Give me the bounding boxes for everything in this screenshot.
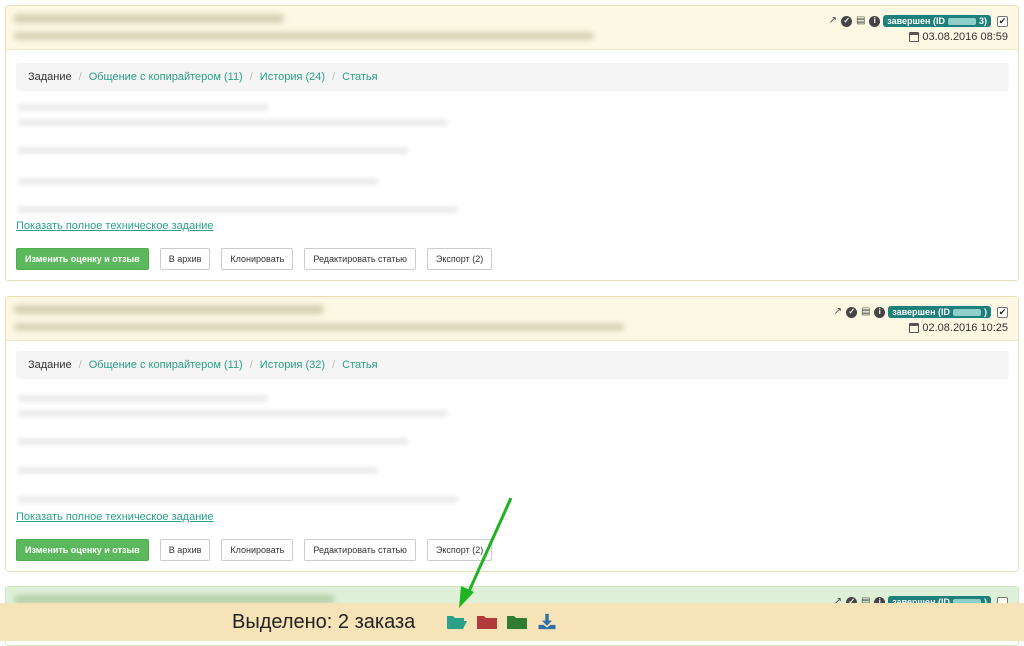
order-subtitle-blurred	[14, 32, 594, 40]
status-badge: завершен (ID)	[888, 306, 991, 318]
select-checkbox[interactable]: ✔	[997, 306, 1008, 318]
check-circle-icon[interactable]: ✓	[846, 306, 858, 318]
tab-chat[interactable]: Общение с копирайтером (11)	[89, 71, 243, 83]
image-icon[interactable]: ▤	[855, 16, 866, 27]
order-meta: ↗ ✓ ▤ i завершен (ID 3) ✔ 03.08.2016 08:5…	[827, 15, 1008, 43]
show-full-task-link[interactable]: Показать полное техническое задание	[16, 220, 214, 232]
selected-count-text: Выделено: 2 заказа	[232, 611, 416, 633]
select-checkbox[interactable]: ✔	[997, 15, 1008, 27]
status-badge: завершен (ID 3)	[883, 15, 991, 27]
check-circle-icon[interactable]: ✓	[841, 15, 853, 27]
external-link-icon[interactable]: ↗	[832, 307, 843, 318]
folder-red-icon[interactable]	[476, 613, 498, 630]
image-icon[interactable]: ▤	[860, 307, 871, 318]
order-meta: ↗ ✓ ▤ i завершен (ID) ✔ 02.08.2016 10:25	[832, 306, 1008, 334]
task-text-blurred	[18, 104, 268, 111]
calendar-icon	[909, 323, 920, 333]
export-button[interactable]: Экспорт (2)	[426, 248, 493, 270]
archive-button[interactable]: В архив	[159, 539, 211, 561]
info-icon[interactable]: i	[874, 306, 886, 318]
selection-actions	[446, 613, 558, 630]
external-link-icon[interactable]: ↗	[827, 16, 838, 27]
order-title-blurred	[14, 305, 324, 314]
edit-article-button[interactable]: Редактировать статью	[304, 248, 416, 270]
order-actions: Изменить оценку и отзыв В архив Клониров…	[16, 248, 493, 270]
order-date: 03.08.2016 08:59	[922, 31, 1008, 43]
folder-open-icon[interactable]	[446, 613, 468, 630]
calendar-icon	[909, 32, 920, 42]
clone-button[interactable]: Клонировать	[221, 248, 294, 270]
task-text-blurred	[18, 395, 268, 402]
info-icon[interactable]: i	[869, 15, 881, 27]
order-date: 02.08.2016 10:25	[922, 322, 1008, 334]
order-card-2: ↗ ✓ ▤ i завершен (ID) ✔ 02.08.2016 10:25…	[5, 296, 1019, 572]
order-header: ↗ ✓ ▤ i завершен (ID) ✔ 02.08.2016 10:25	[6, 297, 1018, 341]
export-button[interactable]: Экспорт (2)	[426, 539, 493, 561]
order-card-1: ↗ ✓ ▤ i завершен (ID 3) ✔ 03.08.2016 08:5…	[5, 5, 1019, 281]
tab-history[interactable]: История (32)	[260, 359, 325, 371]
archive-button[interactable]: В архив	[159, 248, 211, 270]
order-tabs: Задание / Общение с копирайтером (11) / Ис…	[16, 351, 1009, 379]
clone-button[interactable]: Клонировать	[221, 539, 294, 561]
tab-chat[interactable]: Общение с копирайтером (11)	[89, 359, 243, 371]
tab-history[interactable]: История (24)	[260, 71, 325, 83]
change-rating-button[interactable]: Изменить оценку и отзыв	[16, 248, 149, 270]
tab-task[interactable]: Задание	[28, 71, 72, 83]
order-actions: Изменить оценку и отзыв В архив Клониров…	[16, 539, 493, 561]
selection-bar: Выделено: 2 заказа	[0, 603, 1024, 641]
edit-article-button[interactable]: Редактировать статью	[304, 539, 416, 561]
folder-green-icon[interactable]	[506, 613, 528, 630]
show-full-task-link[interactable]: Показать полное техническое задание	[16, 511, 214, 523]
tab-article[interactable]: Статья	[342, 359, 377, 371]
tab-article[interactable]: Статья	[342, 71, 377, 83]
order-subtitle-blurred	[14, 323, 624, 331]
order-title-blurred	[14, 14, 284, 23]
download-icon[interactable]	[536, 613, 558, 630]
tab-task[interactable]: Задание	[28, 359, 72, 371]
change-rating-button[interactable]: Изменить оценку и отзыв	[16, 539, 149, 561]
order-tabs: Задание / Общение с копирайтером (11) / Ис…	[16, 63, 1009, 91]
order-header: ↗ ✓ ▤ i завершен (ID 3) ✔ 03.08.2016 08:5…	[6, 6, 1018, 50]
